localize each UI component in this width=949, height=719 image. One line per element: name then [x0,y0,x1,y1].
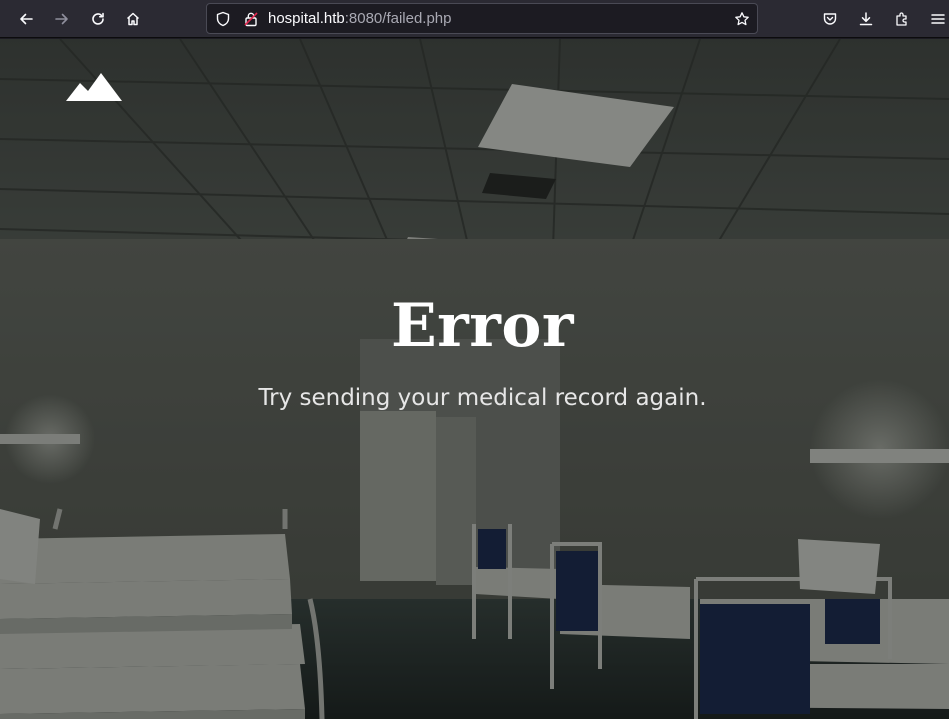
download-icon [859,12,873,26]
extensions-button[interactable] [888,5,916,33]
downloads-button[interactable] [852,5,880,33]
back-arrow-icon [20,13,33,25]
url-bar[interactable]: hospital.htb:8080/failed.php [206,3,758,34]
url-host: hospital.htb [268,10,345,27]
reload-button[interactable] [84,5,112,33]
home-icon [126,12,140,26]
dark-overlay [0,39,949,719]
bookmark-star-icon[interactable] [734,11,750,27]
pocket-button[interactable] [816,5,844,33]
forward-button[interactable] [48,5,76,33]
reload-icon [92,12,104,25]
home-button[interactable] [119,5,147,33]
browser-toolbar: hospital.htb:8080/failed.php [0,0,949,38]
app-menu-button[interactable] [924,5,949,33]
tracking-protection-shield-icon[interactable] [215,11,231,27]
page-viewport: Error Try sending your medical record ag… [0,39,949,719]
url-text[interactable]: hospital.htb:8080/failed.php [268,10,452,28]
forward-arrow-icon [55,13,68,25]
pocket-icon [823,13,837,25]
insecure-connection-lock-icon[interactable] [243,11,259,27]
hamburger-menu-icon [931,14,945,24]
page-title: Error [390,291,575,361]
extensions-puzzle-icon [896,12,907,26]
back-button[interactable] [12,5,40,33]
error-message: Try sending your medical record again. [258,385,707,411]
url-path: :8080/failed.php [344,10,452,27]
mountain-logo-icon[interactable] [66,71,122,103]
